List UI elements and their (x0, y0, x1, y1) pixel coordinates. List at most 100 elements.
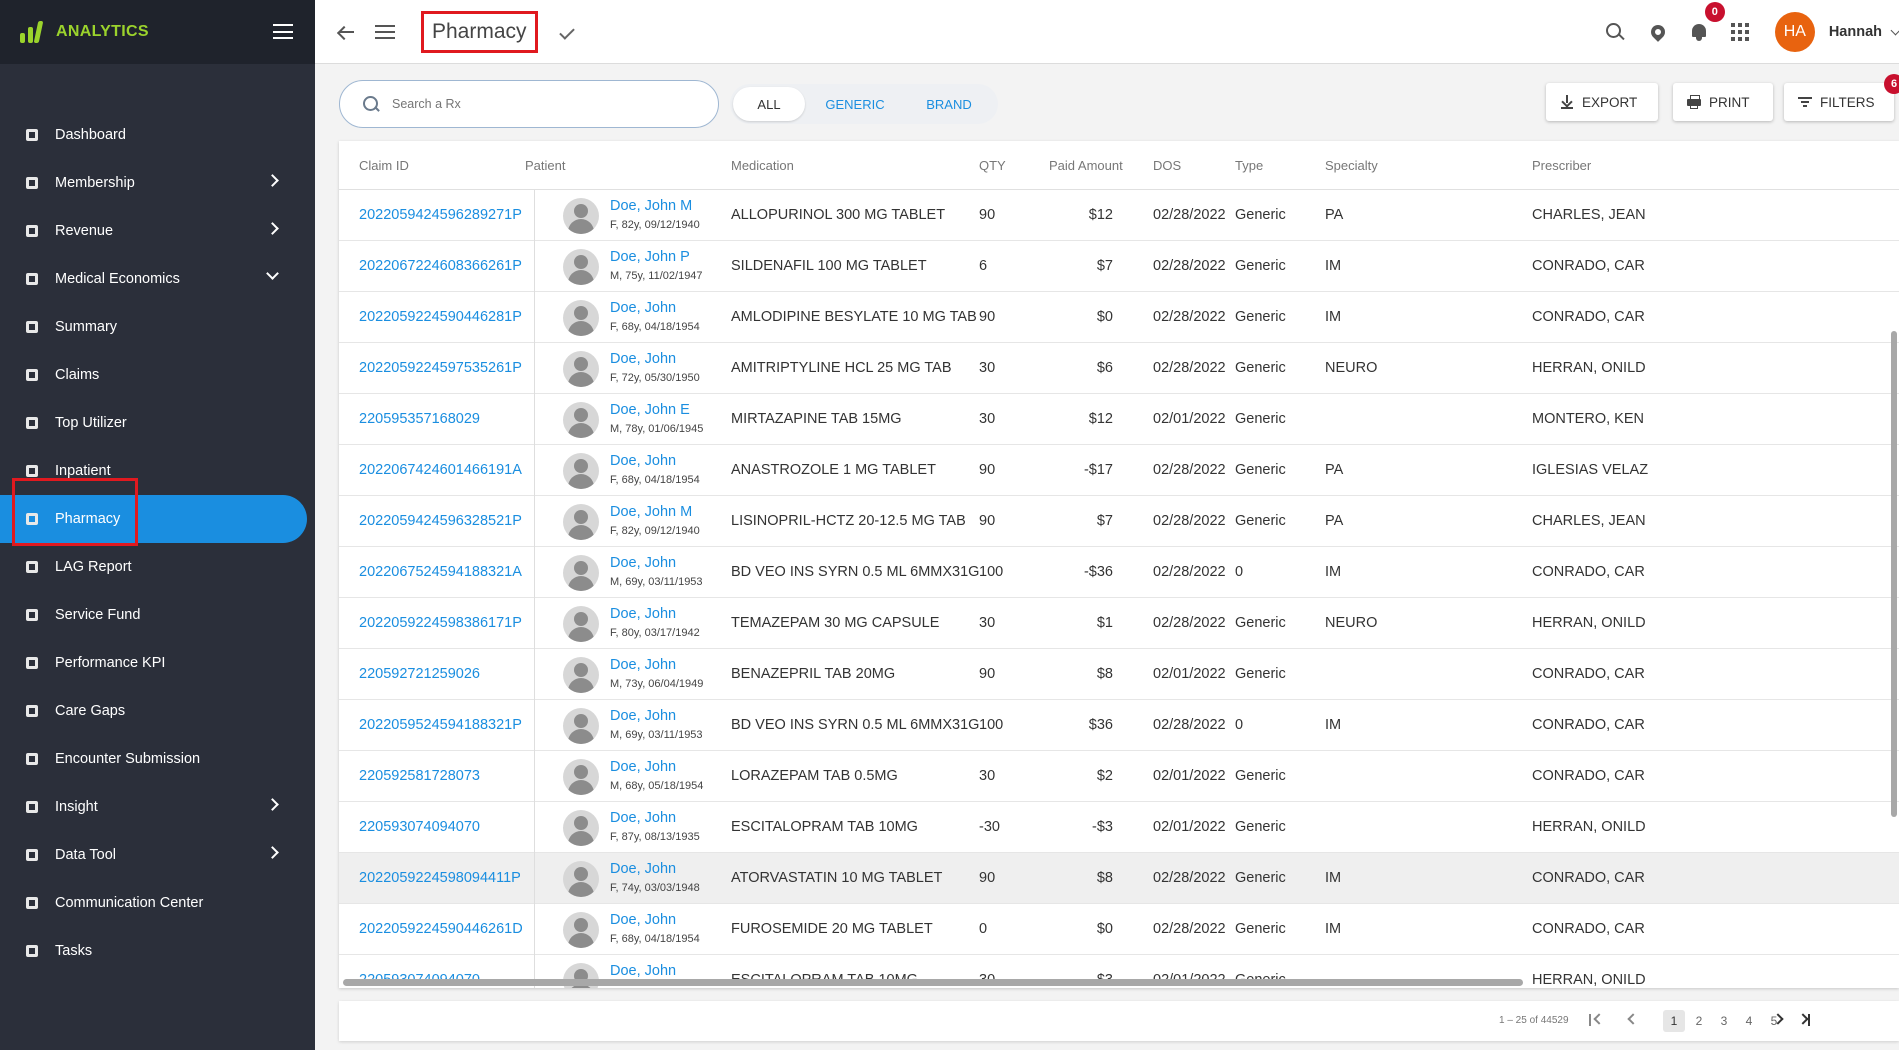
menu-toggle-icon[interactable] (273, 24, 293, 39)
page-number[interactable]: 1 (1663, 1010, 1685, 1032)
back-arrow-icon[interactable] (335, 20, 359, 44)
patient-name-link[interactable]: Doe, John (610, 351, 676, 367)
table-row[interactable]: 2022067224608366261P Doe, John P M, 75y, 1… (339, 241, 1899, 292)
claim-id-link[interactable]: 2022067424601466191A (359, 462, 522, 478)
table-row[interactable]: 2022067524594188321A Doe, John M, 69y, 03/… (339, 547, 1899, 598)
patient-name-link[interactable]: Doe, John (610, 453, 676, 469)
column-header[interactable]: QTY (979, 158, 1006, 173)
table-row[interactable]: 2022059424596289271P Doe, John M F, 82y, 0… (339, 190, 1899, 241)
patient-name-link[interactable]: Doe, John E (610, 402, 690, 418)
apps-grid-icon[interactable] (1730, 23, 1749, 41)
sidebar-item-service-fund[interactable]: Service Fund (0, 591, 315, 639)
sidebar-item-performance-kpi[interactable]: Performance KPI (0, 639, 315, 687)
table-row[interactable]: 2022067424601466191A Doe, John F, 68y, 04/… (339, 445, 1899, 496)
table-row[interactable]: 220593074094070 Doe, John F, 87y, 08/13/19… (339, 802, 1899, 853)
sidebar-item-claims[interactable]: Claims (0, 351, 315, 399)
page-number[interactable]: 3 (1713, 1010, 1735, 1032)
table-row[interactable]: 2022059224590446281P Doe, John F, 68y, 04/… (339, 292, 1899, 343)
search-input[interactable] (392, 97, 692, 111)
patient-name-link[interactable]: Doe, John (610, 300, 676, 316)
column-header[interactable]: Patient (525, 158, 565, 173)
sidebar-item-insight[interactable]: Insight (0, 783, 315, 831)
patient-name-link[interactable]: Doe, John (610, 606, 676, 622)
table-row[interactable]: 220592581728073 Doe, John M, 68y, 05/18/19… (339, 751, 1899, 802)
column-header[interactable]: Type (1235, 158, 1263, 173)
sidebar-item-lag-report[interactable]: LAG Report (0, 543, 315, 591)
column-header[interactable]: DOS (1153, 158, 1181, 173)
table-row[interactable]: 2022059224590446261D Doe, John F, 68y, 04/… (339, 904, 1899, 955)
sidebar-item-tasks[interactable]: Tasks (0, 927, 315, 975)
claim-id-link[interactable]: 220593074094070 (359, 819, 480, 835)
patient-name-link[interactable]: Doe, John (610, 810, 676, 826)
table-row[interactable]: 2022059224598094411P Doe, John F, 74y, 03/… (339, 853, 1899, 904)
claim-id-link[interactable]: 2022059224590446281P (359, 309, 522, 325)
sidebar-item-revenue[interactable]: Revenue (0, 207, 315, 255)
page-title[interactable]: Pharmacy (421, 10, 538, 53)
claim-id-link[interactable]: 2022067224608366261P (359, 258, 522, 274)
patient-name-link[interactable]: Doe, John (610, 861, 676, 877)
sidebar-item-communication-center[interactable]: Communication Center (0, 879, 315, 927)
patient-name-link[interactable]: Doe, John (610, 912, 676, 928)
patient-name-link[interactable]: Doe, John (610, 555, 676, 571)
sidebar-item-top-utilizer[interactable]: Top Utilizer (0, 399, 315, 447)
vertical-scrollbar[interactable] (1891, 331, 1897, 817)
claim-id-link[interactable]: 2022059424596289271P (359, 207, 522, 223)
horizontal-scrollbar[interactable] (343, 979, 1523, 986)
sidebar-item-membership[interactable]: Membership (0, 159, 315, 207)
sidebar-item-pharmacy[interactable]: Pharmacy (0, 495, 307, 543)
chevron-down-icon[interactable] (1890, 25, 1899, 35)
claim-id-link[interactable]: 2022059224590446261D (359, 921, 523, 937)
table-row[interactable]: 2022059224597535261P Doe, John F, 72y, 05/… (339, 343, 1899, 394)
claim-id-link[interactable]: 2022059424596328521P (359, 513, 522, 529)
table-row[interactable]: 220592721259026 Doe, John M, 73y, 06/04/19… (339, 649, 1899, 700)
patient-name-link[interactable]: Doe, John M (610, 198, 692, 214)
claim-id-link[interactable]: 2022067524594188321A (359, 564, 522, 580)
table-row[interactable]: 2022059524594188321P Doe, John M, 69y, 03/… (339, 700, 1899, 751)
claim-id-link[interactable]: 2022059224598094411P (359, 870, 521, 886)
column-header[interactable]: Specialty (1325, 158, 1378, 173)
user-name[interactable]: Hannah (1829, 24, 1882, 40)
sidebar-item-medical-economics[interactable]: Medical Economics (0, 255, 315, 303)
claim-id-link[interactable]: 2022059224597535261P (359, 360, 522, 376)
print-button[interactable]: PRINT (1673, 83, 1773, 121)
avatar[interactable]: HA (1774, 12, 1815, 52)
segment-brand[interactable]: BRAND (905, 87, 993, 121)
list-icon[interactable] (375, 24, 395, 39)
first-page-icon[interactable] (1593, 1013, 1605, 1025)
search-field[interactable] (339, 80, 719, 128)
page-number[interactable]: 2 (1688, 1010, 1710, 1032)
column-header[interactable]: Prescriber (1532, 158, 1591, 173)
sidebar-item-inpatient[interactable]: Inpatient (0, 447, 315, 495)
patient-name-link[interactable]: Doe, John (610, 759, 676, 775)
search-icon[interactable] (1605, 22, 1625, 42)
location-pin-icon[interactable] (1647, 22, 1668, 42)
claim-id-link[interactable]: 220595357168029 (359, 411, 480, 427)
claim-id-link[interactable]: 2022059224598386171P (359, 615, 522, 631)
sidebar-item-care-gaps[interactable]: Care Gaps (0, 687, 315, 735)
patient-name-link[interactable]: Doe, John M (610, 504, 692, 520)
sidebar-item-data-tool[interactable]: Data Tool (0, 831, 315, 879)
claim-id-link[interactable]: 2022059524594188321P (359, 717, 522, 733)
claim-id-link[interactable]: 220592581728073 (359, 768, 480, 784)
column-header[interactable]: Paid Amount (1049, 158, 1123, 173)
segment-generic[interactable]: GENERIC (805, 87, 905, 121)
filters-button[interactable]: FILTERS 6 (1784, 74, 1899, 121)
table-row[interactable]: 2022059224598386171P Doe, John F, 80y, 03/… (339, 598, 1899, 649)
patient-name-link[interactable]: Doe, John (610, 708, 676, 724)
sidebar-item-summary[interactable]: Summary (0, 303, 315, 351)
page-number[interactable]: 4 (1738, 1010, 1760, 1032)
column-header[interactable]: Claim ID (359, 158, 409, 173)
patient-name-link[interactable]: Doe, John (610, 963, 676, 979)
export-button[interactable]: EXPORT (1546, 83, 1658, 121)
sidebar-item-encounter-submission[interactable]: Encounter Submission (0, 735, 315, 783)
prev-page-icon[interactable] (1627, 1013, 1639, 1025)
patient-name-link[interactable]: Doe, John (610, 657, 676, 673)
sidebar-item-dashboard[interactable]: Dashboard (0, 111, 315, 159)
patient-name-link[interactable]: Doe, John P (610, 249, 690, 265)
column-header[interactable]: Medication (731, 158, 794, 173)
table-row[interactable]: 2022059424596328521P Doe, John M F, 82y, 0… (339, 496, 1899, 547)
segment-all[interactable]: ALL (733, 87, 805, 121)
check-icon[interactable] (558, 23, 575, 40)
last-page-icon[interactable] (1797, 1013, 1809, 1025)
table-row[interactable]: 220595357168029 Doe, John E M, 78y, 01/06/… (339, 394, 1899, 445)
